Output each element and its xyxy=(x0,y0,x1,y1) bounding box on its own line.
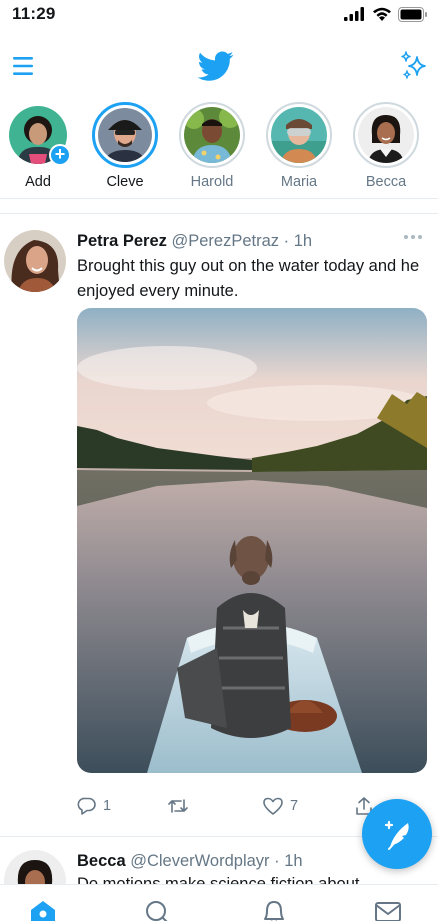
tweet-2-separator: · xyxy=(269,852,285,870)
like-count: 7 xyxy=(290,798,299,814)
fleet-add[interactable]: + Add xyxy=(3,100,73,196)
tweet-handle[interactable]: @PerezPetraz xyxy=(171,232,279,250)
tweet-author-avatar[interactable] xyxy=(4,230,66,292)
notifications-bell-icon[interactable] xyxy=(259,899,289,921)
fleets-divider-top xyxy=(0,198,438,199)
fleet-harold[interactable]: Harold xyxy=(177,100,247,196)
app-header xyxy=(0,44,438,90)
fleet-name: Cleve xyxy=(106,174,144,190)
tweet-separator: · xyxy=(279,232,294,250)
avatar xyxy=(358,107,414,163)
tweet-2-header: Becca @CleverWordplayr · 1h xyxy=(77,852,303,871)
retweet-icon xyxy=(168,799,188,813)
reply-count: 1 xyxy=(103,798,112,814)
messages-envelope-icon[interactable] xyxy=(373,899,403,921)
tweet-time[interactable]: 1h xyxy=(294,232,312,250)
like-button[interactable]: 7 xyxy=(262,794,298,818)
fleet-cleve[interactable]: Cleve xyxy=(90,100,160,196)
cellular-signal-icon xyxy=(344,7,364,21)
reply-icon xyxy=(77,797,96,815)
tweet-2-time[interactable]: 1h xyxy=(284,852,302,870)
tweet-2-handle[interactable]: @CleverWordplayr xyxy=(130,852,269,870)
bottom-tab-bar xyxy=(0,884,438,921)
fleets-divider-bottom xyxy=(0,213,438,214)
avatar xyxy=(98,108,152,162)
tweet-text: Brought this guy out on the water today … xyxy=(77,257,420,300)
tweet-header: Petra Perez @PerezPetraz · 1h xyxy=(77,232,312,251)
add-fleet-icon[interactable]: + xyxy=(49,144,71,166)
avatar xyxy=(184,107,240,163)
fleet-name: Add xyxy=(25,174,51,190)
home-icon[interactable] xyxy=(28,899,58,921)
fleet-name: Maria xyxy=(280,174,318,190)
more-options-icon[interactable] xyxy=(402,230,424,244)
avatar xyxy=(271,107,327,163)
fleets-row: + Add Cleve Harold Maria Becca xyxy=(0,100,438,196)
compose-tweet-button[interactable] xyxy=(362,799,432,869)
wifi-icon xyxy=(373,7,391,21)
tweet-2-display-name[interactable]: Becca xyxy=(77,852,126,870)
search-icon[interactable] xyxy=(142,899,172,921)
heart-icon xyxy=(263,797,283,815)
status-bar: 11:29 xyxy=(0,0,438,30)
sparkle-icon[interactable] xyxy=(398,50,430,82)
tweet-2-author-avatar[interactable] xyxy=(4,850,66,886)
tweet[interactable]: Petra Perez @PerezPetraz · 1h Brought th… xyxy=(0,216,438,836)
battery-icon xyxy=(398,6,427,22)
hamburger-menu-icon[interactable] xyxy=(10,54,38,78)
tweet-display-name[interactable]: Petra Perez xyxy=(77,232,167,250)
fleet-maria[interactable]: Maria xyxy=(264,100,334,196)
fleet-name: Harold xyxy=(190,174,234,190)
fleet-becca[interactable]: Becca xyxy=(351,100,421,196)
compose-feather-icon xyxy=(384,820,409,850)
tweet-image[interactable] xyxy=(77,308,427,773)
fleet-name: Becca xyxy=(365,174,407,190)
status-icons xyxy=(344,6,428,22)
status-time: 11:29 xyxy=(12,4,56,23)
reply-button[interactable]: 1 xyxy=(77,794,111,818)
retweet-button[interactable] xyxy=(167,794,195,818)
twitter-bird-icon xyxy=(197,51,234,81)
